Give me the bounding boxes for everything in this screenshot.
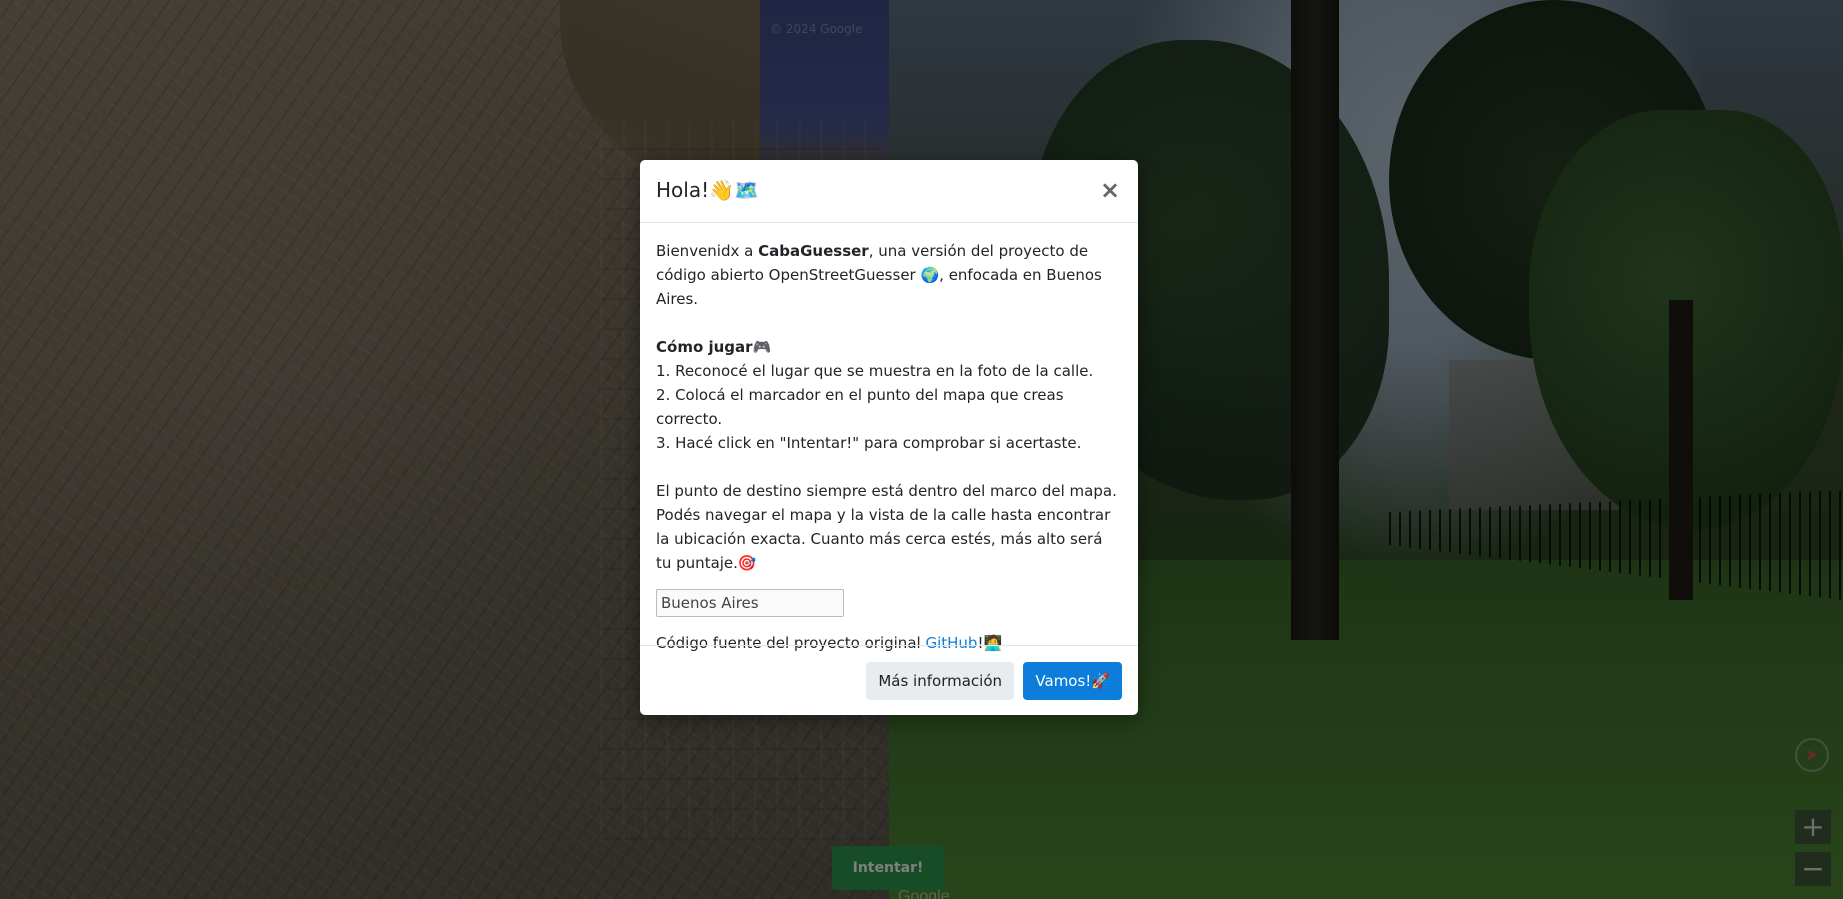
modal-body: Bienvenidx a CabaGuesser, una versión de… bbox=[640, 223, 1138, 652]
step-item: 2. Colocá el marcador en el punto del ma… bbox=[656, 386, 1064, 428]
close-button[interactable]: × bbox=[1096, 174, 1124, 206]
modal-title: Hola!👋🗺️ bbox=[656, 178, 759, 202]
brand-name: CabaGuesser bbox=[758, 242, 869, 260]
steps-list: 1. Reconocé el lugar que se muestra en l… bbox=[656, 359, 1122, 455]
step-item: 1. Reconocé el lugar que se muestra en l… bbox=[656, 362, 1094, 380]
start-button[interactable]: Vamos!🚀 bbox=[1023, 662, 1122, 700]
intro-prefix: Bienvenidx a bbox=[656, 242, 759, 260]
app-stage: © 2024 Google ➤ + − Intentar! Google Hol… bbox=[0, 0, 1843, 899]
more-info-button[interactable]: Más información bbox=[866, 662, 1014, 700]
modal-footer: Más información Vamos!🚀 bbox=[640, 645, 1138, 715]
howto-title-text: Cómo jugar🎮 bbox=[656, 338, 772, 356]
region-select[interactable]: Buenos Aires bbox=[656, 589, 844, 617]
info-text: El punto de destino siempre está dentro … bbox=[656, 482, 1117, 572]
welcome-modal: Hola!👋🗺️ × Bienvenidx a CabaGuesser, una… bbox=[640, 160, 1138, 715]
howto-title: Cómo jugar🎮 bbox=[656, 335, 1122, 359]
step-item: 3. Hacé click en "Intentar!" para compro… bbox=[656, 434, 1082, 452]
modal-header: Hola!👋🗺️ × bbox=[640, 160, 1138, 223]
intro-text: Bienvenidx a CabaGuesser, una versión de… bbox=[656, 239, 1122, 311]
